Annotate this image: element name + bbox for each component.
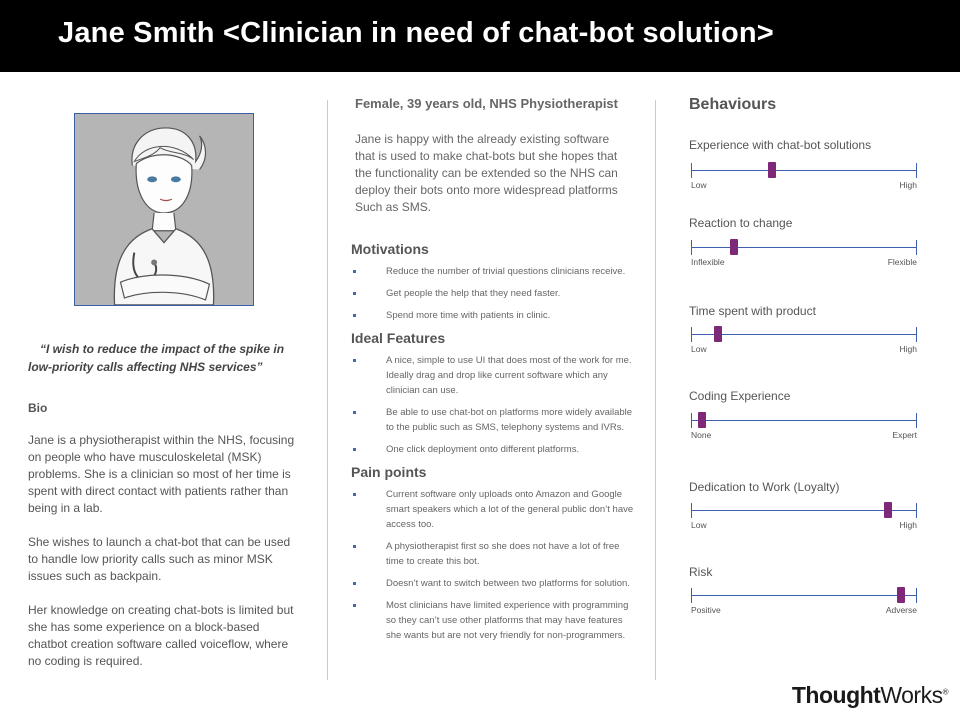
scale-label: Time spent with product	[689, 304, 816, 318]
scale-low-label: Low	[691, 520, 707, 530]
column-divider	[327, 100, 328, 680]
list-item: Spend more time with patients in clinic.	[351, 308, 636, 323]
scale-high-label: High	[899, 180, 917, 190]
persona-quote: “I wish to reduce the impact of the spik…	[28, 342, 285, 374]
behaviours-title: Behaviours	[689, 96, 777, 113]
scale-high-label: Adverse	[885, 605, 917, 615]
scale-low-label: Inflexible	[691, 257, 725, 267]
bio-paragraph: Jane is a physiotherapist within the NHS…	[28, 433, 295, 515]
scale-marker	[729, 239, 738, 255]
list-item: A nice, simple to use UI that does most …	[351, 353, 636, 398]
thoughtworks-logo: ThoughtWorks®	[791, 682, 949, 709]
list-item: Most clinicians have limited experience …	[351, 598, 636, 643]
list-item: Current software only uploads onto Amazo…	[351, 487, 636, 532]
column-divider	[655, 100, 656, 680]
bio-paragraph: Her knowledge on creating chat-bots is l…	[28, 603, 294, 668]
scale-low-label: Positive	[691, 605, 721, 615]
profile-intro: Jane is happy with the already existing …	[355, 132, 618, 214]
list-item: A physiotherapist first so she does not …	[351, 539, 636, 569]
logo-regular-text: Works	[880, 682, 943, 708]
scale-marker	[768, 162, 777, 178]
scale-label: Reaction to change	[689, 216, 793, 230]
logo-bold-text: Thought	[791, 682, 881, 708]
motivations-title: Motivations	[351, 241, 429, 257]
scale-low-label: Low	[691, 344, 707, 354]
scale-label: Coding Experience	[689, 389, 791, 403]
profile-column: Female, 39 years old, NHS Physiotherapis…	[351, 96, 641, 650]
ideal-features-title: Ideal Features	[351, 330, 446, 346]
motivations-list: Reduce the number of trivial questions c…	[351, 264, 641, 323]
scale-marker	[714, 326, 723, 342]
persona-avatar	[74, 113, 254, 306]
scale-high-label: Flexible	[887, 257, 917, 267]
scale-label: Experience with chat-bot solutions	[689, 138, 872, 152]
pain-points-list: Current software only uploads onto Amazo…	[351, 487, 641, 643]
behaviours-column: Behaviours Experience with chat-bot solu…	[689, 96, 929, 615]
scale-label: Dedication to Work (Loyalty)	[689, 480, 840, 494]
scale-high-label: Expert	[892, 430, 917, 440]
bio-text: Jane is a physiotherapist within the NHS…	[28, 432, 296, 687]
list-item: Doesn’t want to switch between two platf…	[351, 576, 636, 591]
scale-low-label: Low	[691, 180, 707, 190]
scale-high-label: High	[899, 520, 917, 530]
profile-subtitle: Female, 39 years old, NHS Physiotherapis…	[355, 96, 618, 111]
scale-high-label: High	[899, 344, 917, 354]
bio-title: Bio	[28, 401, 48, 415]
scale-marker	[897, 587, 906, 603]
scale-label: Risk	[689, 565, 713, 579]
ideal-features-list: A nice, simple to use UI that does most …	[351, 353, 641, 457]
persona-illustration-icon	[75, 114, 253, 305]
list-item: Be able to use chat-bot on platforms mor…	[351, 405, 636, 435]
scale-low-label: None	[691, 430, 712, 440]
list-item: Get people the help that they need faste…	[351, 286, 636, 301]
page-title: Jane Smith <Clinician in need of chat-bo…	[58, 17, 774, 49]
scale-marker	[698, 412, 707, 428]
title-bar: Jane Smith <Clinician in need of chat-bo…	[0, 0, 960, 72]
bio-paragraph: She wishes to launch a chat-bot that can…	[28, 535, 291, 583]
pain-points-title: Pain points	[351, 464, 427, 480]
registered-mark: ®	[942, 687, 949, 697]
list-item: One click deployment onto different plat…	[351, 442, 636, 457]
list-item: Reduce the number of trivial questions c…	[351, 264, 636, 279]
scale-marker	[883, 502, 892, 518]
